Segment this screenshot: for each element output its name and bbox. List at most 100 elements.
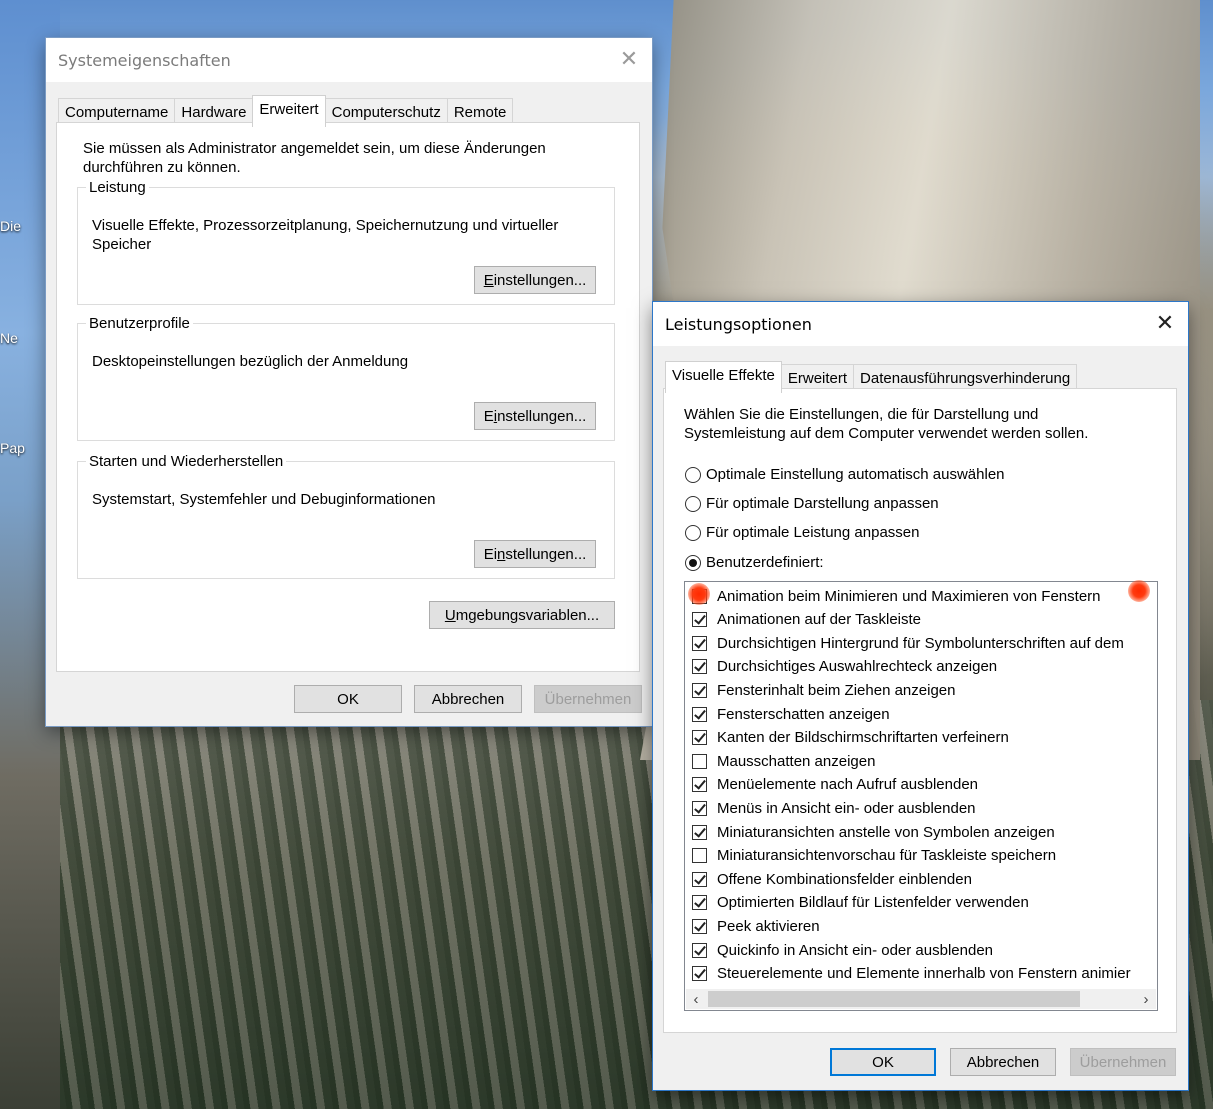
system-properties-window: Systemeigenschaften ✕ Computername Hardw… [46, 38, 652, 726]
effect-label: Menüs in Ansicht ein- oder ausblenden [717, 799, 976, 817]
effect-option[interactable]: Menüelemente nach Aufruf ausblenden [692, 774, 978, 796]
apply-button[interactable]: Übernehmen [1070, 1048, 1176, 1076]
window-title: Systemeigenschaften [58, 51, 231, 70]
desktop-icon-label[interactable]: Ne [0, 330, 18, 346]
checkbox[interactable] [692, 659, 707, 675]
effect-label: Miniaturansichtenvorschau für Taskleiste… [717, 847, 1057, 865]
checkbox[interactable] [692, 918, 707, 934]
radio-auto[interactable]: Optimale Einstellung automatisch auswähl… [685, 466, 1005, 483]
group-leistung: Leistung Visuelle Effekte, Prozessorzeit… [77, 179, 615, 305]
checkbox[interactable] [692, 730, 707, 746]
effect-option[interactable]: Fensterinhalt beim Ziehen anzeigen [692, 679, 955, 701]
environment-variables-button[interactable]: Umgebungsvariablen... [429, 601, 615, 629]
highlight-marker [688, 583, 710, 605]
effect-option[interactable]: Miniaturansichten anstelle von Symbolen … [692, 821, 1055, 843]
radio-button[interactable] [685, 466, 701, 483]
checkbox[interactable] [692, 895, 707, 911]
radio-label: Für optimale Leistung anpassen [706, 524, 920, 541]
effect-option[interactable]: Fensterschatten anzeigen [692, 703, 890, 725]
leistung-settings-button[interactable]: Einstellungen... [474, 266, 596, 294]
effect-option[interactable]: Menüs in Ansicht ein- oder ausblenden [692, 797, 976, 819]
effect-option[interactable]: Kanten der Bildschirmschriftarten verfei… [692, 727, 1009, 749]
radio-custom[interactable]: Benutzerdefiniert: [685, 554, 824, 571]
title-bar[interactable]: Systemeigenschaften ✕ [46, 38, 652, 82]
button-label: Abbrechen [431, 690, 505, 708]
effect-label: Peek aktivieren [717, 917, 820, 935]
close-icon[interactable]: ✕ [1142, 302, 1188, 344]
cancel-button[interactable]: Abbrechen [950, 1048, 1056, 1076]
checkbox[interactable] [692, 848, 707, 864]
effect-option[interactable]: Peek aktivieren [692, 915, 820, 937]
effect-option[interactable]: Mausschatten anzeigen [692, 750, 875, 772]
radio-best-appearance[interactable]: Für optimale Darstellung anpassen [685, 495, 939, 512]
radio-label: Optimale Einstellung automatisch auswähl… [706, 466, 1005, 483]
effect-label: Quickinfo in Ansicht ein- oder ausblende… [717, 941, 994, 959]
visual-effects-list[interactable]: Steuerelemente und Elemente innerhalb vo… [684, 581, 1158, 1011]
button-label: Übernehmen [544, 690, 632, 708]
checkbox[interactable] [692, 800, 707, 816]
scroll-left-icon[interactable]: ‹ [686, 989, 706, 1009]
cancel-button[interactable]: Abbrechen [414, 685, 522, 713]
group-benutzerprofile: Benutzerprofile Desktopeinstellungen bez… [77, 315, 615, 441]
checkbox[interactable] [692, 871, 707, 887]
effect-option[interactable]: Optimierten Bildlauf für Listenfelder ve… [692, 892, 1029, 914]
scrollbar-thumb[interactable] [708, 991, 1080, 1007]
admin-notice: Sie müssen als Administrator angemeldet … [83, 140, 546, 176]
checkbox[interactable] [692, 966, 707, 982]
intro-text: Wählen Sie die Einstellungen, die für Da… [684, 406, 1089, 442]
title-bar[interactable]: Leistungsoptionen ✕ [653, 302, 1188, 346]
group-description: Desktopeinstellungen bezüglich der Anmel… [92, 353, 409, 370]
effect-option[interactable]: Quickinfo in Ansicht ein- oder ausblende… [692, 939, 993, 961]
checkbox[interactable] [692, 682, 707, 698]
checkbox[interactable] [692, 777, 707, 793]
checkbox[interactable] [692, 706, 707, 722]
radio-button[interactable] [685, 524, 701, 541]
effect-label: Miniaturansichten anstelle von Symbolen … [717, 823, 1055, 841]
group-starten: Starten und Wiederherstellen Systemstart… [77, 453, 615, 579]
startup-settings-button[interactable]: Einstellungen... [474, 540, 596, 568]
checkbox[interactable] [692, 753, 707, 769]
group-description: Systemstart, Systemfehler und Debuginfor… [92, 491, 436, 508]
checkbox[interactable] [692, 824, 707, 840]
button-label: OK [872, 1053, 894, 1071]
button-label: Umgebungsvariablen... [444, 606, 600, 624]
effect-option[interactable]: Durchsichtigen Hintergrund für Symbolunt… [692, 632, 1124, 654]
effect-option[interactable]: Animation beim Minimieren und Maximieren… [692, 585, 1101, 607]
effect-label: Offene Kombinationsfelder einblenden [717, 870, 972, 888]
effect-label: Menüelemente nach Aufruf ausblenden [717, 776, 979, 794]
highlight-marker [1128, 580, 1150, 602]
group-legend: Leistung [89, 179, 146, 196]
effect-label: Fensterinhalt beim Ziehen anzeigen [717, 681, 956, 699]
checkbox[interactable] [692, 612, 707, 628]
tab-panel: Sie müssen als Administrator angemeldet … [56, 122, 640, 672]
horizontal-scrollbar[interactable]: ‹ › [686, 989, 1156, 1009]
effect-option[interactable]: Offene Kombinationsfelder einblenden [692, 868, 972, 890]
radio-best-performance[interactable]: Für optimale Leistung anpassen [685, 524, 919, 541]
checkbox[interactable] [692, 942, 707, 958]
checkbox[interactable] [692, 635, 707, 651]
effect-label: Steuerelemente und Elemente innerhalb vo… [717, 965, 1131, 983]
scroll-right-icon[interactable]: › [1136, 989, 1156, 1009]
profiles-settings-button[interactable]: Einstellungen... [474, 402, 596, 430]
tab-visuelle-effekte[interactable]: Visuelle Effekte [665, 361, 782, 393]
tab-erweitert[interactable]: Erweitert [252, 95, 326, 127]
close-icon[interactable]: ✕ [606, 38, 652, 80]
effect-option[interactable]: Steuerelemente und Elemente innerhalb vo… [692, 963, 1131, 985]
effect-option[interactable]: Miniaturansichtenvorschau für Taskleiste… [692, 845, 1056, 867]
desktop-icon-label[interactable]: Die [0, 218, 21, 234]
group-legend: Benutzerprofile [89, 315, 190, 332]
effect-label: Mausschatten anzeigen [717, 752, 876, 770]
button-label: Einstellungen... [483, 407, 587, 425]
effect-option[interactable]: Durchsichtiges Auswahlrechteck anzeigen [692, 656, 997, 678]
radio-button[interactable] [685, 495, 701, 512]
ok-button[interactable]: OK [294, 685, 402, 713]
radio-button[interactable] [685, 554, 701, 571]
desktop-icon-label[interactable]: Pap [0, 440, 25, 456]
apply-button[interactable]: Übernehmen [534, 685, 642, 713]
effect-label: Durchsichtigen Hintergrund für Symbolunt… [717, 634, 1124, 652]
effect-label: Durchsichtiges Auswahlrechteck anzeigen [717, 658, 998, 676]
effect-label: Animationen auf der Taskleiste [717, 611, 922, 629]
effect-option[interactable]: Animationen auf der Taskleiste [692, 609, 921, 631]
group-description: Visuelle Effekte, Prozessorzeitplanung, … [92, 217, 559, 253]
ok-button[interactable]: OK [830, 1048, 936, 1076]
